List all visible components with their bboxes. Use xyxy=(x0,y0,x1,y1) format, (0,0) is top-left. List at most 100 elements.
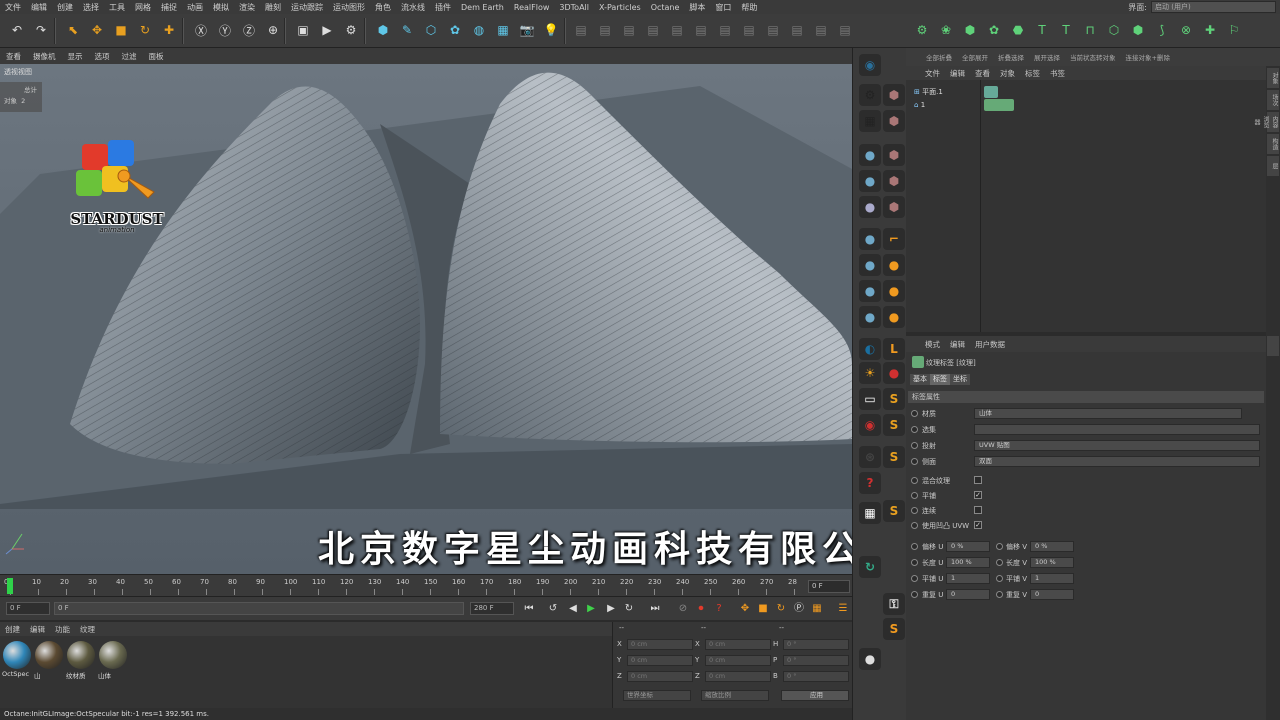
object-menu-item[interactable]: 查看 xyxy=(970,68,995,79)
start-frame-field[interactable]: 0 F xyxy=(6,602,50,615)
uv-field[interactable]: 0 xyxy=(1030,589,1074,600)
coord-value-field[interactable]: 0 cm xyxy=(705,639,771,650)
render-icon[interactable]: ▭ xyxy=(859,388,881,410)
key-move-icon[interactable]: ✥ xyxy=(738,602,752,616)
menu-item[interactable]: RealFlow xyxy=(509,3,555,12)
radio[interactable] xyxy=(911,559,918,566)
uv-field[interactable]: 1 xyxy=(1030,573,1074,584)
tag-icon[interactable] xyxy=(984,86,998,98)
array-icon[interactable]: ✿ xyxy=(444,19,466,41)
cube-icon[interactable]: ⬢ xyxy=(883,196,905,218)
side-tab[interactable]: 场次 xyxy=(1267,90,1279,110)
plugin-tool-icon[interactable]: ⬢ xyxy=(1127,19,1149,41)
material-swatch[interactable]: 山 xyxy=(34,640,64,682)
coord-value-field[interactable]: 0 cm xyxy=(627,671,693,682)
refresh-icon[interactable]: ↻ xyxy=(859,556,881,578)
menu-item[interactable]: 网格 xyxy=(130,2,156,13)
viewport-menu-item[interactable]: 显示 xyxy=(62,51,89,62)
menu-item[interactable]: 捕捉 xyxy=(156,2,182,13)
half-sphere-icon[interactable]: ◐ xyxy=(859,338,881,360)
object-toolbar-button[interactable]: 全部展开 xyxy=(962,52,988,62)
radio[interactable] xyxy=(911,543,918,550)
plugin-tool-icon[interactable]: ⬣ xyxy=(1007,19,1029,41)
playhead[interactable] xyxy=(7,578,13,594)
scale-icon[interactable]: ■ xyxy=(110,19,132,41)
plugin-tool-icon[interactable]: ✚ xyxy=(1199,19,1221,41)
key-pla-icon[interactable]: ▦ xyxy=(810,602,824,616)
cube-icon[interactable]: ⬢ xyxy=(883,170,905,192)
uv-field[interactable]: 1 xyxy=(946,573,990,584)
layout-dropdown[interactable]: 启动 (用户) xyxy=(1151,1,1276,13)
tag-icon[interactable]: L xyxy=(883,338,905,360)
deform-icon[interactable]: ● xyxy=(883,306,905,328)
sphere-icon[interactable]: ● xyxy=(859,254,881,276)
radio[interactable] xyxy=(911,591,918,598)
menu-item[interactable]: 角色 xyxy=(370,2,396,13)
end-frame-field[interactable]: 280 F xyxy=(470,602,514,615)
menu-item[interactable]: 运动图形 xyxy=(328,2,370,13)
viewport[interactable]: 透视视图 总计 对象 2 STARDUST animation xyxy=(0,64,852,574)
material-menu-item[interactable]: 纹理 xyxy=(75,624,100,635)
tile-checkbox[interactable]: ✓ xyxy=(974,491,982,499)
menu-item[interactable]: 运动跟踪 xyxy=(286,2,328,13)
play-icon[interactable]: ▶ xyxy=(584,602,598,616)
uv-field[interactable]: 100 % xyxy=(1030,557,1074,568)
object-toolbar-button[interactable]: 全部折叠 xyxy=(926,52,952,62)
side-tab[interactable]: 层 xyxy=(1267,156,1279,176)
material-swatch[interactable]: OctSpec xyxy=(2,640,32,682)
plugin-tool-icon[interactable]: ⊗ xyxy=(1175,19,1197,41)
side-tab[interactable]: 内容浏览器 xyxy=(1253,112,1279,132)
object-menu-item[interactable]: 文件 xyxy=(920,68,945,79)
object-menu-item[interactable]: 书签 xyxy=(1045,68,1070,79)
side-dropdown[interactable]: 双面 xyxy=(974,456,1260,467)
radio[interactable] xyxy=(996,591,1003,598)
grid-icon[interactable]: ▦ xyxy=(859,110,881,132)
menu-item[interactable]: 脚本 xyxy=(684,2,710,13)
camera-view-icon[interactable]: ◉ xyxy=(859,54,881,76)
menu-item[interactable]: 编辑 xyxy=(26,2,52,13)
plugin-tool-icon[interactable]: T xyxy=(1055,19,1077,41)
menu-item[interactable]: 插件 xyxy=(430,2,456,13)
settings-icon[interactable]: ⚙ xyxy=(859,84,881,106)
plugin-tool-icon[interactable]: ⚐ xyxy=(1223,19,1245,41)
sphere-icon[interactable]: ● xyxy=(859,228,881,250)
next-frame-icon[interactable]: ▶ xyxy=(604,602,618,616)
object-menu-item[interactable]: 标签 xyxy=(1020,68,1045,79)
projection-dropdown[interactable]: UVW 贴图 xyxy=(974,440,1260,451)
plugin-tool-icon[interactable]: T xyxy=(1031,19,1053,41)
tab-basic[interactable]: 基本 xyxy=(910,374,930,385)
deform-icon[interactable]: ● xyxy=(883,254,905,276)
uv-field[interactable]: 100 % xyxy=(946,557,990,568)
key-rotate-icon[interactable]: ↻ xyxy=(774,602,788,616)
goto-end-icon[interactable]: ⏭ xyxy=(648,602,662,616)
mix-checkbox[interactable] xyxy=(974,476,982,484)
selection-field[interactable] xyxy=(974,424,1260,435)
coord-value-field[interactable]: 0 cm xyxy=(705,655,771,666)
menu-item[interactable]: X-Particles xyxy=(594,3,646,12)
coord-value-field[interactable]: 0 ° xyxy=(783,671,849,682)
plugin-tool-icon[interactable]: ⟆ xyxy=(1151,19,1173,41)
object-row[interactable]: ⊞ 平面.1 xyxy=(914,86,943,98)
attribute-menu-item[interactable]: 编辑 xyxy=(945,339,970,350)
radio[interactable] xyxy=(911,575,918,582)
add-icon[interactable]: ✚ xyxy=(158,19,180,41)
sphere-icon[interactable]: ● xyxy=(859,306,881,328)
viewport-menu-item[interactable]: 面板 xyxy=(143,51,170,62)
deform-icon[interactable]: ● xyxy=(883,280,905,302)
object-menu-item[interactable]: 对象 xyxy=(995,68,1020,79)
plugin-tool-icon[interactable]: ⊓ xyxy=(1079,19,1101,41)
radio[interactable] xyxy=(996,559,1003,566)
menu-item[interactable]: 创建 xyxy=(52,2,78,13)
material-field[interactable]: 山体 xyxy=(974,408,1242,419)
timeline-ruler[interactable]: 0102030405060708090100110120130140150160… xyxy=(0,574,852,596)
object-row[interactable]: ⌂ 1 xyxy=(914,99,925,111)
move-icon[interactable]: ✥ xyxy=(86,19,108,41)
side-tab[interactable]: 对象 xyxy=(1267,68,1279,88)
radio[interactable] xyxy=(996,575,1003,582)
floor-icon[interactable]: ▦ xyxy=(492,19,514,41)
menu-item[interactable]: 文件 xyxy=(0,2,26,13)
auto-key-icon[interactable]: ? xyxy=(712,602,726,616)
menu-item[interactable]: 模拟 xyxy=(208,2,234,13)
tab-coordinates[interactable]: 坐标 xyxy=(950,374,970,385)
uv-field[interactable]: 0 xyxy=(946,589,990,600)
